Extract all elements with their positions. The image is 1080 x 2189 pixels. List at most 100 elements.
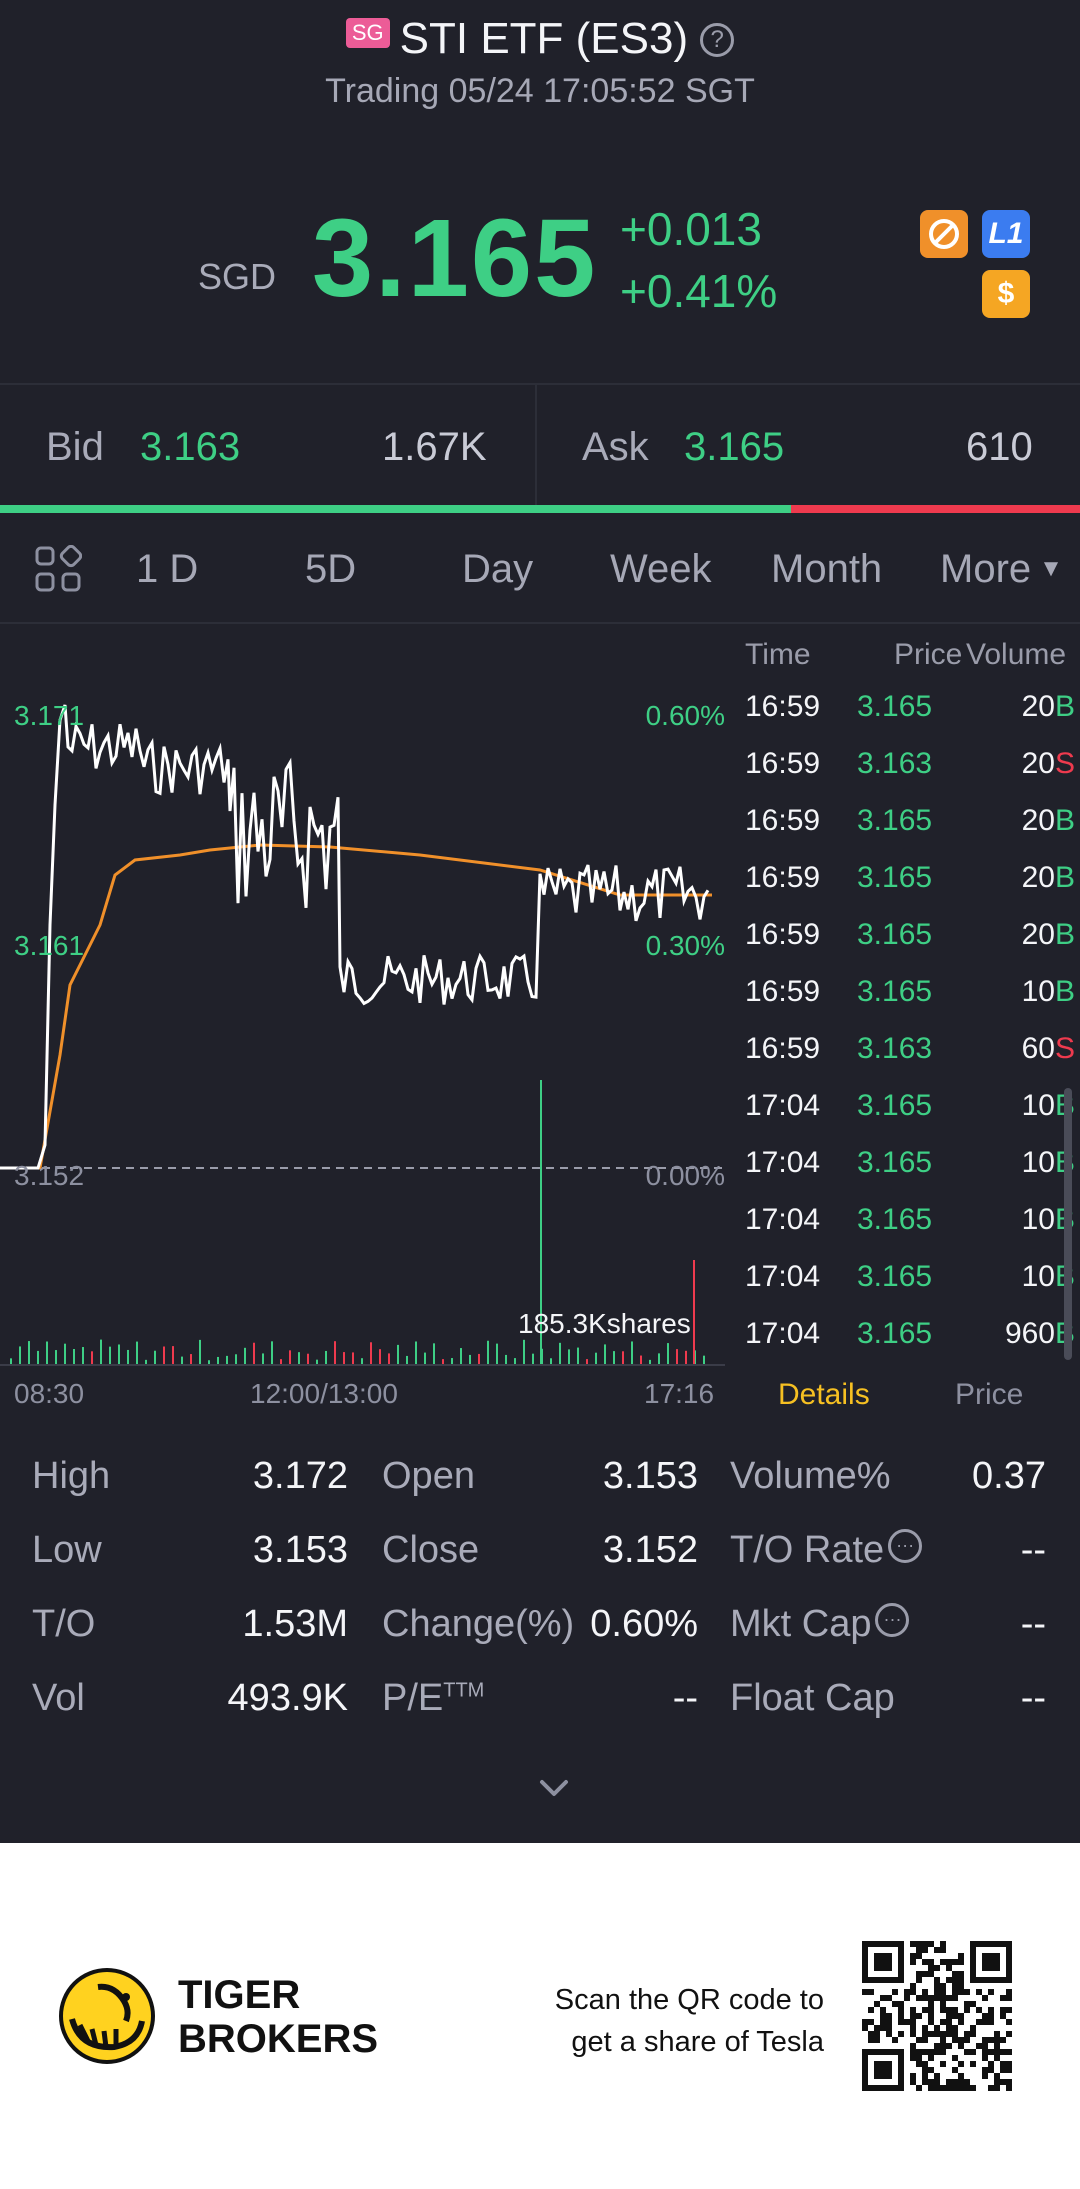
trade-time: 16:59	[745, 690, 821, 723]
dollar-icon[interactable]: $	[982, 270, 1030, 318]
stat-close-label: Close	[382, 1529, 480, 1571]
trade-side: B	[1054, 918, 1075, 951]
stat-vol: 493.9K	[227, 1677, 348, 1719]
pct-label-base: 0.00%	[645, 1160, 725, 1191]
trade-time: 16:59	[745, 861, 821, 894]
trade-row: 16:59 3.165 20 B	[745, 804, 1075, 861]
stat-to-label: T/O	[32, 1603, 96, 1645]
trade-price: 3.163	[857, 1032, 933, 1065]
trade-side: B	[1054, 690, 1075, 723]
pct-label-top: 0.60%	[645, 700, 725, 731]
period-tabs: 1 D 5D Day Week Month More ▼	[0, 515, 1080, 623]
trade-price: 3.165	[857, 1260, 933, 1293]
trade-row: 16:59 3.163 20 S	[745, 747, 1075, 804]
bid-size: 1.67K	[382, 425, 487, 469]
tab-5d[interactable]: 5D	[305, 547, 356, 592]
tab-price[interactable]: Price	[955, 1378, 1023, 1412]
tiger-logo-icon	[58, 1967, 156, 2070]
promo-line-1: Scan the QR code to	[554, 1984, 824, 2016]
tab-1d[interactable]: 1 D	[136, 547, 198, 592]
stat-mktcap-label-text: Mkt Cap	[730, 1603, 872, 1645]
grid-icon[interactable]	[34, 544, 83, 598]
trade-price: 3.165	[857, 1089, 933, 1122]
stat-pe-sup: TTM	[443, 1679, 485, 1702]
tab-more-label: More	[940, 547, 1032, 591]
x-label-close: 17:16	[644, 1378, 715, 1409]
trade-volume: 20	[1021, 804, 1055, 837]
stat-close: 3.152	[602, 1529, 698, 1571]
trades-header-volume: Volume	[966, 638, 1067, 671]
tab-month[interactable]: Month	[771, 547, 882, 592]
trade-volume: 10	[1021, 1146, 1055, 1179]
level1-badge[interactable]: L1	[982, 210, 1030, 258]
stat-torate-label: T/O Rate ···	[730, 1528, 923, 1572]
trade-time: 17:04	[745, 1317, 821, 1350]
trade-row: 16:59 3.163 60 S	[745, 1032, 1075, 1089]
brand-line-1: TIGER	[178, 1973, 301, 2017]
bid-label: Bid	[46, 425, 104, 469]
trade-row: 17:043.16510B	[745, 1089, 1075, 1146]
trades-scrollbar[interactable]	[1064, 1088, 1072, 1360]
trade-row: 17:043.165960B	[745, 1317, 1075, 1374]
stat-change-label: Change(%)	[382, 1603, 575, 1645]
trade-volume: 60	[1021, 1032, 1055, 1065]
trade-row: 17:043.16510B	[745, 1203, 1075, 1260]
more-info-icon[interactable]: ···	[875, 1602, 910, 1637]
no-shorting-icon[interactable]	[920, 210, 968, 258]
question-icon[interactable]: ?	[700, 23, 735, 57]
ask-label: Ask	[582, 425, 649, 469]
trade-time: 16:59	[745, 1032, 821, 1065]
trade-volume: 20	[1021, 690, 1055, 723]
trades-header-price: Price	[894, 638, 963, 671]
promo-line-2: get a share of Tesla	[571, 2026, 824, 2058]
trade-price: 3.165	[857, 1317, 933, 1350]
tab-day[interactable]: Day	[462, 547, 533, 592]
trade-volume: 10	[1021, 1260, 1055, 1293]
trade-volume: 20	[1021, 747, 1055, 780]
trade-row: 16:59 3.165 10 B	[745, 975, 1075, 1032]
stat-vol-label: Vol	[32, 1677, 85, 1719]
stat-pe-label-text: P/E	[382, 1677, 444, 1719]
divider	[0, 383, 1080, 385]
more-info-icon[interactable]: ···	[888, 1528, 923, 1563]
trade-time: 17:04	[745, 1260, 821, 1293]
trade-time: 16:59	[745, 747, 821, 780]
trade-side: B	[1054, 975, 1075, 1008]
trade-row: 16:59 3.165 20 B	[745, 690, 1075, 747]
stat-open: 3.153	[602, 1455, 698, 1497]
trade-side: S	[1054, 1032, 1075, 1065]
stat-pe: --	[672, 1677, 698, 1719]
ask-size: 610	[966, 425, 1033, 469]
chart-canvas	[0, 704, 725, 1366]
trade-row: 16:59 3.165 20 B	[745, 918, 1075, 975]
trade-side: B	[1054, 804, 1075, 837]
stat-low: 3.153	[252, 1529, 348, 1571]
tab-details[interactable]: Details	[778, 1378, 870, 1412]
intraday-chart[interactable]: 3.171 3.161 3.152 0.60% 0.30% 0.00% 185.…	[0, 625, 735, 1370]
trade-time: 16:59	[745, 804, 821, 837]
trade-price: 3.163	[857, 747, 933, 780]
trade-volume: 10	[1021, 1203, 1055, 1236]
trade-price: 3.165	[857, 690, 933, 723]
average-price-line	[0, 843, 712, 1170]
divider	[0, 622, 1080, 624]
ask-ratio-bar	[790, 505, 1080, 513]
stat-torate: --	[1020, 1529, 1046, 1571]
trade-price: 3.165	[857, 804, 933, 837]
promo-text: Scan the QR code to get a share of Tesla	[555, 1979, 824, 2063]
stat-torate-label-text: T/O Rate	[730, 1529, 885, 1571]
stat-pe-label: P/ETTM	[382, 1677, 484, 1720]
brand-line-2: BROKERS	[178, 2017, 379, 2061]
price-change-pct: +0.41%	[620, 265, 778, 317]
trade-time: 16:59	[745, 975, 821, 1008]
caret-down-icon: ▼	[1039, 555, 1063, 582]
stat-floatcap-label: Float Cap	[730, 1677, 895, 1719]
tab-more[interactable]: More ▼	[940, 547, 1063, 592]
stat-to: 1.53M	[242, 1603, 348, 1645]
currency-label: SGD	[198, 256, 277, 297]
chevron-down-icon[interactable]	[536, 1776, 572, 1805]
trade-row: 17:043.16510B	[745, 1146, 1075, 1203]
trade-volume: 10	[1021, 1089, 1055, 1122]
stat-change: 0.60%	[590, 1603, 698, 1645]
tab-week[interactable]: Week	[610, 547, 712, 592]
